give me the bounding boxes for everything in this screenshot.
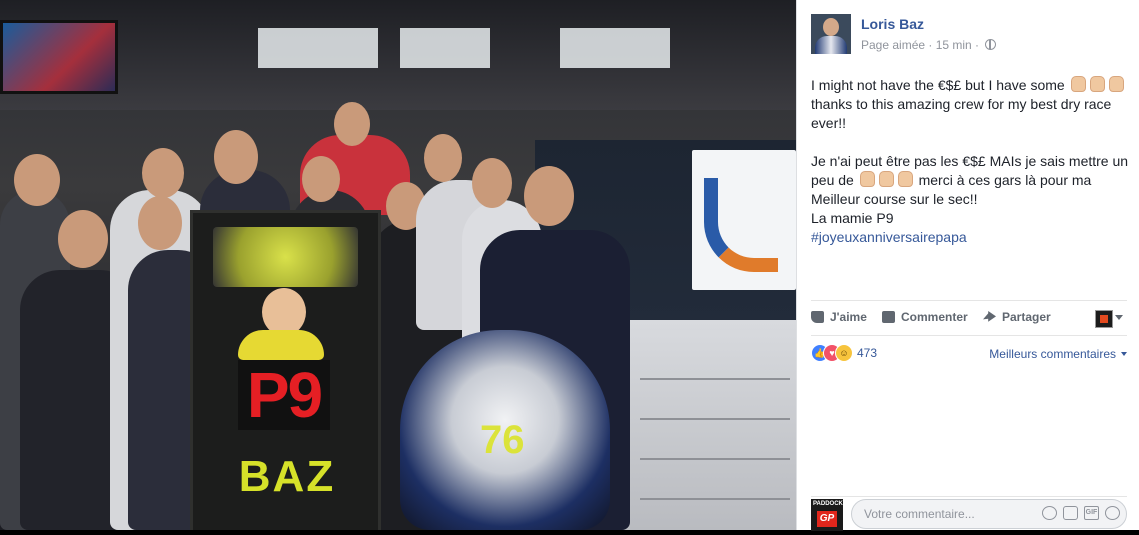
sticker-icon[interactable] bbox=[1105, 506, 1120, 520]
comment-label: Commenter bbox=[901, 310, 968, 324]
motorcycle: 76 bbox=[400, 330, 610, 530]
page-switcher[interactable] bbox=[1095, 310, 1125, 328]
comment-button[interactable]: Commenter bbox=[882, 310, 968, 324]
fist-emoji-icon bbox=[878, 171, 894, 187]
commenter-avatar-caption: PADDOCK bbox=[813, 501, 843, 507]
author-name[interactable]: Loris Baz bbox=[861, 16, 924, 32]
bike-number: 76 bbox=[480, 418, 525, 462]
share-button[interactable]: Partager bbox=[983, 310, 1051, 324]
post-meta: Page aimée · 15 min · bbox=[861, 38, 997, 52]
crew-head bbox=[334, 102, 370, 146]
post-photo[interactable]: P9 BAZ 76 bbox=[0, 0, 796, 530]
reaction-count[interactable]: 473 bbox=[857, 346, 877, 360]
child-head bbox=[262, 288, 306, 336]
garage-window bbox=[560, 28, 670, 68]
crew-head bbox=[302, 156, 340, 202]
pit-board-number-art bbox=[213, 227, 358, 287]
action-bar: J'aime Commenter Partager bbox=[811, 300, 1127, 336]
share-icon bbox=[983, 311, 996, 322]
commenter-avatar-logo: GP bbox=[817, 511, 837, 527]
hashtag-link[interactable]: #joyeuxanniversairepapa bbox=[811, 229, 967, 245]
reactions-row: 👍 ♥ ☺ 473 Meilleurs commentaires bbox=[811, 344, 1127, 364]
like-label: J'aime bbox=[830, 310, 867, 324]
post-line: La mamie P9 bbox=[811, 210, 894, 226]
gif-icon[interactable]: GIF bbox=[1084, 506, 1099, 520]
rider-head bbox=[214, 130, 258, 184]
chevron-down-icon bbox=[1115, 315, 1123, 320]
page-avatar-icon bbox=[1095, 310, 1113, 328]
comment-sort-dropdown[interactable]: Meilleurs commentaires bbox=[989, 347, 1127, 361]
fist-emoji-icon bbox=[1070, 76, 1086, 92]
pit-board-p9: P9 bbox=[238, 360, 330, 430]
like-button[interactable]: J'aime bbox=[811, 310, 867, 324]
post-panel: Loris Baz Page aimée · 15 min · I might … bbox=[796, 0, 1139, 531]
garage-ceiling bbox=[0, 0, 796, 110]
tv-screen bbox=[0, 20, 118, 94]
haha-reaction-icon[interactable]: ☺ bbox=[835, 344, 853, 362]
commenter-avatar[interactable]: PADDOCK GP bbox=[811, 499, 843, 531]
garage-window bbox=[258, 28, 378, 68]
crew-head bbox=[424, 134, 462, 182]
garage-window bbox=[400, 28, 490, 68]
crew-head bbox=[472, 158, 512, 208]
fist-emoji-icon bbox=[859, 171, 875, 187]
author-avatar[interactable] bbox=[811, 14, 851, 54]
sponsor-panel bbox=[692, 150, 796, 290]
fist-emoji-icon bbox=[1089, 76, 1105, 92]
share-label: Partager bbox=[1002, 310, 1051, 324]
fist-emoji-icon bbox=[1108, 76, 1124, 92]
crew-head bbox=[138, 196, 182, 250]
camera-icon[interactable] bbox=[1063, 506, 1078, 520]
crew-head bbox=[142, 148, 184, 198]
post-text: I might not have the €$£ but I have some… bbox=[811, 76, 1133, 247]
comment-composer: PADDOCK GP Votre commentaire... GIF bbox=[811, 496, 1127, 535]
comment-input[interactable]: Votre commentaire... GIF bbox=[851, 499, 1127, 529]
fist-emoji-icon bbox=[897, 171, 913, 187]
composer-tools: GIF bbox=[1036, 506, 1120, 522]
post-line: merci à ces gars là pour ma Meilleur cou… bbox=[811, 172, 1092, 207]
thumbs-up-icon bbox=[811, 311, 824, 323]
crew-head bbox=[58, 210, 108, 268]
post-line: I might not have the €$£ but I have some bbox=[811, 77, 1065, 93]
emoji-icon[interactable] bbox=[1042, 506, 1057, 520]
pit-board-baz: BAZ bbox=[238, 452, 336, 501]
comment-placeholder: Votre commentaire... bbox=[864, 507, 975, 521]
crew-head bbox=[524, 166, 574, 226]
comment-icon bbox=[882, 311, 895, 323]
post-meta-text: Page aimée · 15 min · bbox=[861, 38, 980, 52]
child bbox=[238, 330, 324, 360]
crew-head bbox=[14, 154, 60, 206]
globe-icon[interactable] bbox=[985, 39, 997, 50]
post-line: thanks to this amazing crew for my best … bbox=[811, 96, 1112, 131]
